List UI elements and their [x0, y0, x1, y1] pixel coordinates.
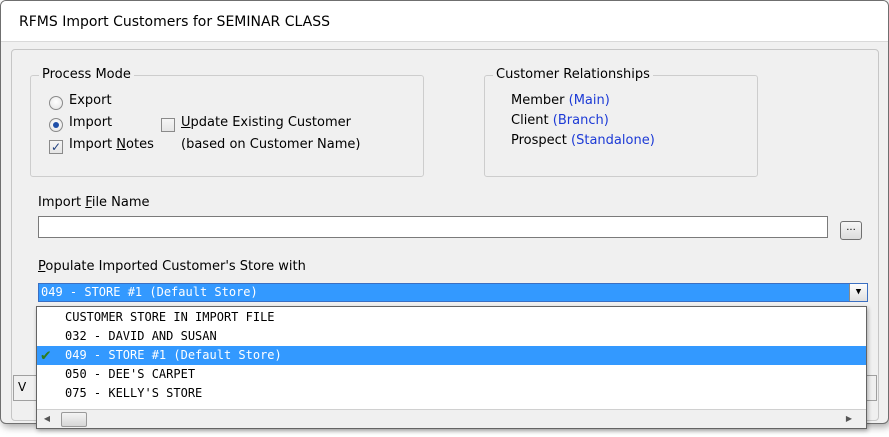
import-notes-text-post: otes	[126, 137, 154, 152]
update-existing-label[interactable]: Update Existing Customer	[181, 115, 351, 130]
import-notes-text-pre: Import	[69, 137, 117, 152]
scrollbar-thumb[interactable]	[61, 412, 87, 427]
import-file-input[interactable]	[38, 216, 828, 238]
relationship-prospect-label: Prospect	[511, 133, 567, 148]
scroll-right-icon[interactable]: ▶	[844, 413, 854, 425]
list-item[interactable]: 032 - DAVID AND SUSAN	[37, 327, 866, 346]
list-item-label: 032 - DAVID AND SUSAN	[65, 329, 217, 343]
based-on-note: (based on Customer Name)	[181, 137, 361, 152]
store-select-value: 049 - STORE #1 (Default Store)	[41, 285, 258, 299]
browse-button[interactable]: ...	[840, 221, 862, 240]
list-item-label: CUSTOMER STORE IN IMPORT FILE	[65, 310, 275, 324]
checkmark-icon: ✓	[50, 140, 62, 154]
update-existing-mnemonic: U	[181, 115, 191, 130]
relationship-member-value: (Main)	[568, 93, 610, 108]
update-existing-text: pdate Existing Customer	[190, 115, 351, 130]
list-item[interactable]: 050 - DEE'S CARPET	[37, 365, 866, 384]
list-item[interactable]: 075 - KELLY'S STORE	[37, 384, 866, 403]
relationship-prospect: Prospect (Standalone)	[511, 133, 655, 148]
import-file-label-pre: Import	[38, 195, 86, 210]
import-label[interactable]: Import	[69, 115, 112, 130]
list-item[interactable]: CUSTOMER STORE IN IMPORT FILE	[37, 308, 866, 327]
update-existing-checkbox[interactable]	[161, 118, 175, 132]
check-icon: ✔	[41, 345, 51, 364]
relationship-client-label: Client	[511, 113, 549, 128]
store-label: Populate Imported Customer's Store with	[38, 259, 306, 274]
relationship-client: Client (Branch)	[511, 113, 609, 128]
list-item-label: 075 - KELLY'S STORE	[65, 386, 203, 400]
scroll-left-icon[interactable]: ◀	[42, 413, 52, 425]
import-notes-label[interactable]: Import Notes	[69, 137, 154, 152]
horizontal-scrollbar[interactable]: ◀ ▶	[37, 409, 866, 428]
store-select[interactable]: 049 - STORE #1 (Default Store) ▼	[38, 283, 868, 302]
export-label[interactable]: Export	[69, 93, 112, 108]
customer-relationships-legend: Customer Relationships	[493, 67, 653, 82]
process-mode-group: Process Mode Export Import Update Existi…	[30, 67, 424, 177]
list-item-label: 050 - DEE'S CARPET	[65, 367, 196, 381]
import-notes-mnemonic: N	[116, 137, 127, 152]
process-mode-legend: Process Mode	[39, 67, 134, 82]
relationship-prospect-value: (Standalone)	[571, 133, 655, 148]
import-file-label-post: ile Name	[91, 195, 150, 210]
list-item-label: 049 - STORE #1 (Default Store)	[65, 348, 282, 362]
store-dropdown-list[interactable]: CUSTOMER STORE IN IMPORT FILE 032 - DAVI…	[36, 306, 867, 429]
relationship-member-label: Member	[511, 93, 565, 108]
relationship-client-value: (Branch)	[552, 113, 609, 128]
store-label-text: opulate Imported Customer's Store with	[45, 259, 306, 274]
list-item-selected[interactable]: ✔ 049 - STORE #1 (Default Store)	[37, 345, 866, 365]
relationship-member: Member (Main)	[511, 93, 610, 108]
window-title: RFMS Import Customers for SEMINAR CLASS	[19, 14, 330, 30]
title-bar[interactable]: RFMS Import Customers for SEMINAR CLASS	[1, 1, 888, 42]
import-radio[interactable]	[49, 118, 63, 132]
chevron-down-icon[interactable]: ▼	[849, 284, 867, 301]
import-notes-checkbox[interactable]: ✓	[49, 140, 63, 154]
customer-relationships-group: Customer Relationships Member (Main) Cli…	[484, 67, 758, 177]
background-field-text: V	[18, 380, 27, 394]
export-radio[interactable]	[49, 96, 63, 110]
import-file-label: Import File Name	[38, 195, 150, 210]
